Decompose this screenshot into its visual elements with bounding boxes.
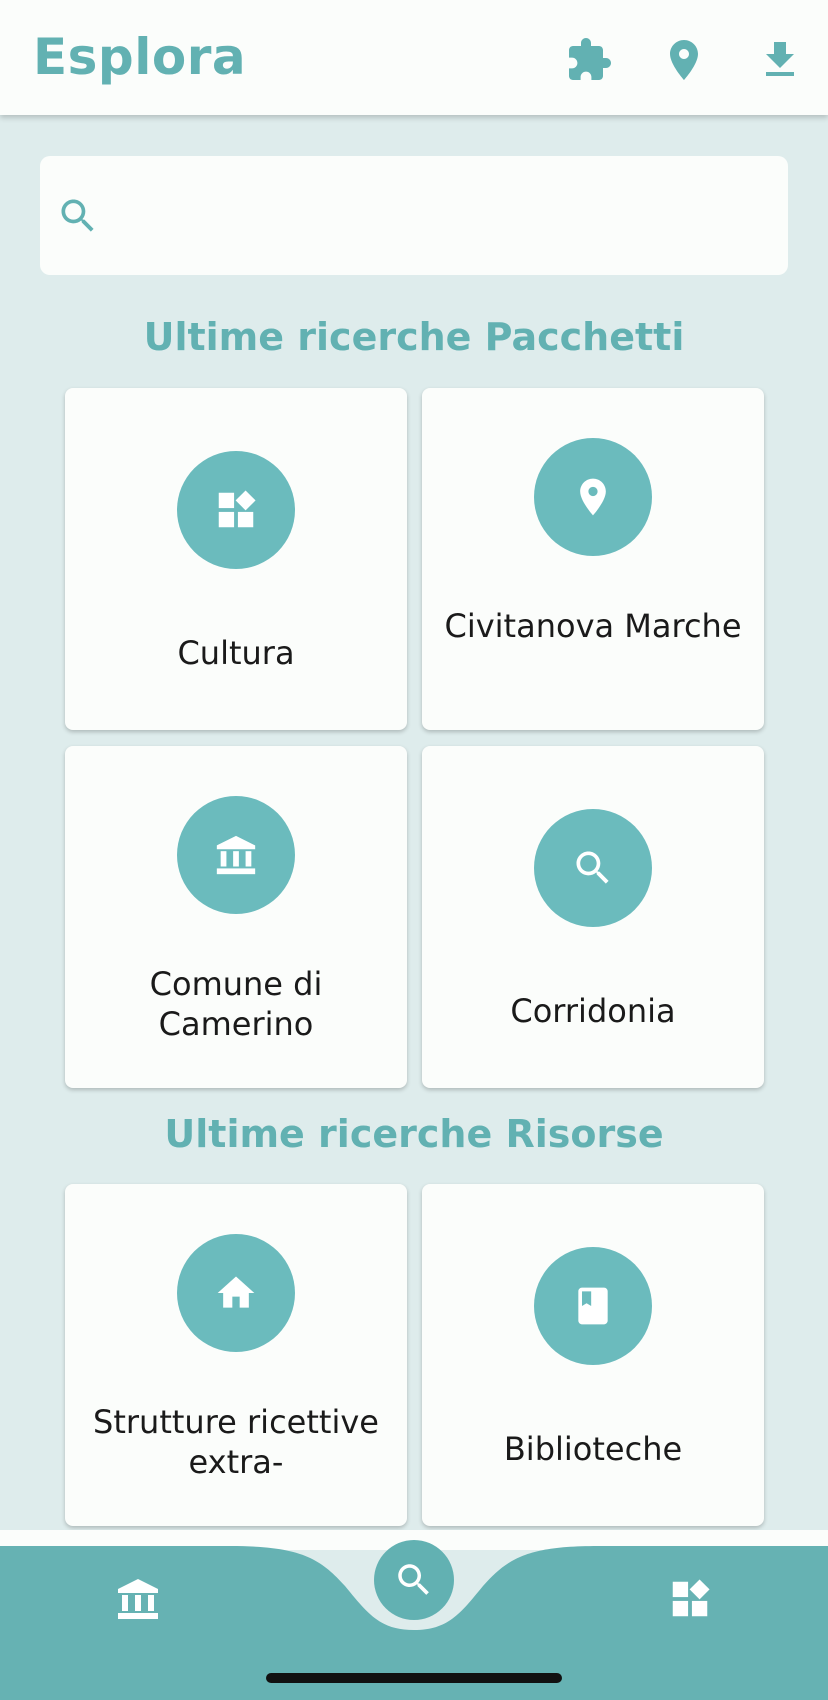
card-label: Comune di Camerino — [149, 965, 323, 1043]
card-label: Biblioteche — [503, 1430, 683, 1468]
search-box[interactable] — [40, 156, 788, 275]
card-label: Corridonia — [510, 992, 676, 1030]
location-button[interactable] — [654, 30, 714, 90]
category-icon — [672, 1579, 710, 1617]
app-bar: Esplora — [0, 0, 828, 115]
card-icon-circle — [534, 1247, 652, 1365]
nav-museum-button[interactable] — [98, 1559, 178, 1639]
search-icon — [56, 194, 100, 238]
search-icon — [576, 851, 609, 884]
puzzle-icon — [569, 38, 611, 80]
card-label: Strutture ricettive extra- — [93, 1403, 379, 1481]
nav-search-button[interactable] — [374, 1540, 454, 1620]
package-card-camerino[interactable]: Comune di Camerino — [65, 746, 407, 1088]
museum-icon — [216, 835, 256, 875]
card-label: Civitanova Marche — [444, 607, 742, 645]
card-icon-circle — [534, 438, 652, 556]
location-pin-icon — [670, 40, 698, 80]
download-icon — [766, 42, 794, 76]
packages-section-title: Ultime ricerche Pacchetti — [143, 315, 685, 359]
search-icon — [398, 1564, 429, 1595]
card-label: Cultura — [177, 634, 295, 672]
card-icon-circle — [177, 451, 295, 569]
card-icon-circle — [177, 1234, 295, 1352]
page-title: Esplora — [33, 28, 247, 86]
search-input[interactable] — [120, 176, 770, 256]
museum-icon — [118, 1579, 158, 1619]
puzzle-button[interactable] — [559, 30, 619, 90]
home-indicator — [266, 1673, 562, 1683]
package-card-corridonia[interactable]: Corridonia — [422, 746, 764, 1088]
location-pin-icon — [580, 478, 606, 516]
package-card-cultura[interactable]: Cultura — [65, 388, 407, 730]
card-icon-circle — [177, 796, 295, 914]
resources-section-title: Ultime ricerche Risorse — [164, 1112, 664, 1156]
resource-card-biblioteche[interactable]: Biblioteche — [422, 1184, 764, 1526]
download-button[interactable] — [750, 30, 810, 90]
category-icon — [218, 490, 256, 528]
card-icon-circle — [534, 809, 652, 927]
resource-card-strutture[interactable]: Strutture ricettive extra- — [65, 1184, 407, 1526]
home-icon — [217, 1276, 255, 1308]
package-card-civitanova[interactable]: Civitanova Marche — [422, 388, 764, 730]
nav-categories-button[interactable] — [650, 1559, 730, 1639]
book-icon — [578, 1287, 608, 1325]
